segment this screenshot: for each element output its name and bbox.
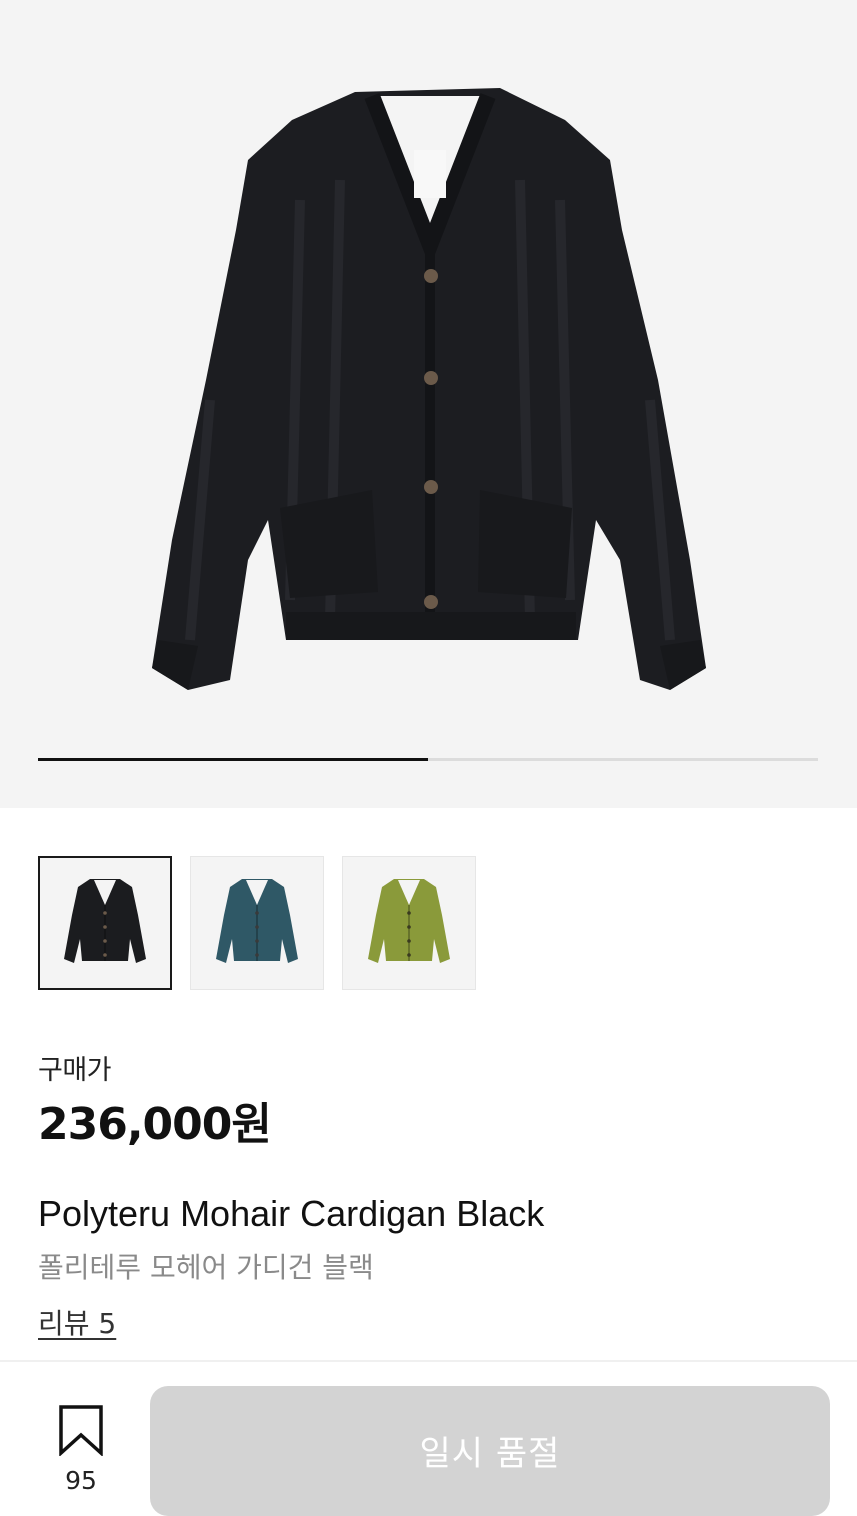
product-name-ko: 폴리테루 모헤어 가디건 블랙 <box>38 1251 374 1284</box>
gallery-progress-bar <box>38 758 818 761</box>
product-name-en: Polyteru Mohair Cardigan Black <box>38 1193 545 1234</box>
soldout-button[interactable]: 일시 품절 <box>150 1386 830 1516</box>
price-label: 구매가 <box>38 1055 112 1086</box>
bookmark-count: 95 <box>65 1466 97 1495</box>
product-image-gallery[interactable] <box>0 0 857 808</box>
thumbnail-cardigan-image <box>216 879 298 963</box>
bookmark-button[interactable]: 95 <box>48 1400 114 1500</box>
color-thumbnail-blue[interactable] <box>190 856 324 990</box>
gallery-progress-fill <box>38 758 428 761</box>
thumbnail-cardigan-image <box>368 879 450 963</box>
bookmark-outline-icon <box>59 1405 103 1456</box>
divider <box>0 1360 857 1362</box>
color-thumbnail-olive[interactable] <box>342 856 476 990</box>
price-value: 236,000원 <box>38 1099 272 1150</box>
review-link[interactable]: 리뷰 5 <box>38 1302 116 1342</box>
soldout-button-label: 일시 품절 <box>419 1434 561 1474</box>
product-image <box>152 88 706 690</box>
color-thumbnail-black[interactable] <box>38 856 172 990</box>
thumbnail-cardigan-image <box>64 879 146 963</box>
